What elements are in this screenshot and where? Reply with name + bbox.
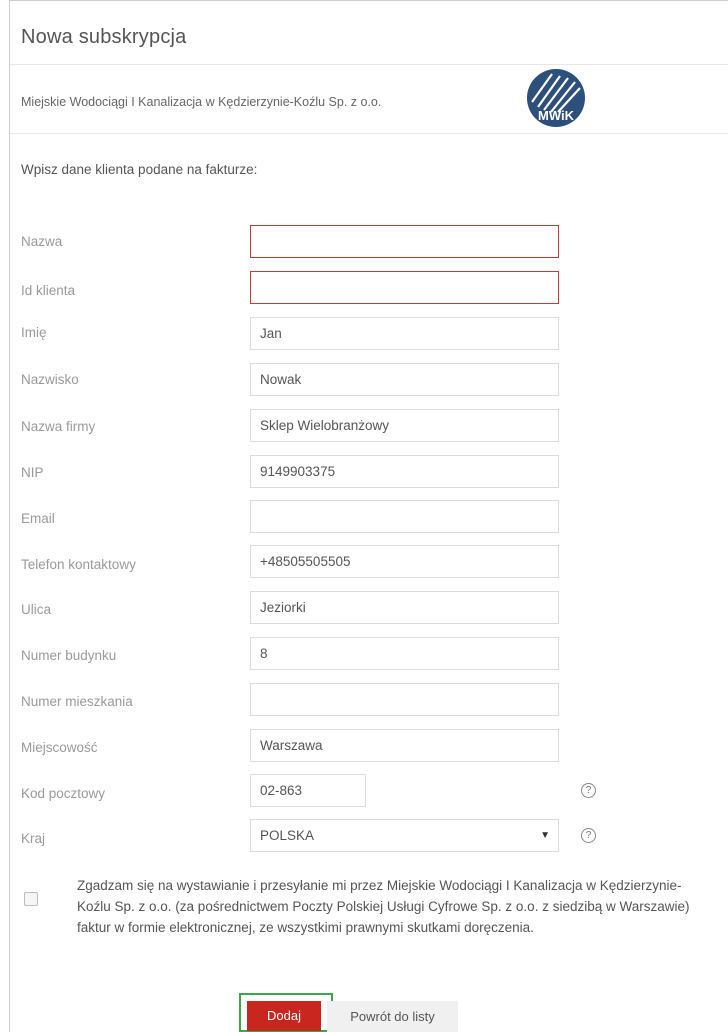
ulica-input[interactable]	[250, 591, 559, 624]
kraj-select[interactable]: POLSKA ▼	[250, 819, 559, 852]
miejscowosc-input[interactable]	[250, 729, 559, 762]
label-nazwa-firmy: Nazwa firmy	[21, 419, 96, 434]
nip-input[interactable]	[250, 455, 559, 488]
company-name: Miejskie Wodociągi I Kanalizacja w Kędzi…	[21, 95, 382, 109]
label-nip: NIP	[21, 465, 44, 480]
chevron-down-icon: ▼	[540, 830, 550, 841]
divider	[10, 64, 728, 65]
label-nazwisko: Nazwisko	[21, 372, 79, 387]
label-telefon: Telefon kontaktowy	[21, 557, 136, 572]
consent-text: Zgadzam się na wystawianie i przesyłanie…	[77, 878, 690, 935]
divider	[10, 133, 728, 134]
id-klienta-input[interactable]	[250, 271, 559, 304]
nazwisko-input[interactable]	[250, 363, 559, 396]
label-imie: Imię	[21, 325, 47, 340]
label-id-klienta: Id klienta	[21, 283, 76, 298]
telefon-input[interactable]	[250, 545, 559, 578]
label-kod-pocztowy: Kod pocztowy	[21, 786, 106, 801]
kod-pocztowy-input[interactable]	[250, 774, 366, 807]
label-numer-budynku: Numer budynku	[21, 648, 117, 663]
consent-checkbox[interactable]	[24, 892, 38, 906]
kraj-select-value: POLSKA	[260, 828, 315, 843]
add-button[interactable]: Dodaj	[247, 1001, 321, 1031]
label-ulica: Ulica	[21, 602, 52, 617]
numer-budynku-input[interactable]	[250, 637, 559, 670]
page-title: Nowa subskrypcja	[21, 26, 187, 48]
help-icon[interactable]: ?	[581, 783, 596, 798]
imie-input[interactable]	[250, 317, 559, 350]
company-logo: MWiK	[527, 69, 585, 127]
label-numer-mieszkania: Numer mieszkania	[21, 694, 133, 709]
nazwa-input[interactable]	[250, 225, 559, 258]
email-input[interactable]	[250, 500, 559, 533]
label-nazwa: Nazwa	[21, 234, 63, 249]
back-to-list-button[interactable]: Powrót do listy	[327, 1001, 458, 1032]
label-kraj: Kraj	[21, 831, 46, 846]
form-instruction: Wpisz dane klienta podane na fakturze:	[21, 162, 258, 177]
nazwa-firmy-input[interactable]	[250, 409, 559, 442]
numer-mieszkania-input[interactable]	[250, 683, 559, 716]
logo-text: MWiK	[538, 108, 575, 123]
label-email: Email	[21, 511, 55, 526]
label-miejscowosc: Miejscowość	[21, 740, 98, 755]
help-icon[interactable]: ?	[581, 828, 596, 843]
